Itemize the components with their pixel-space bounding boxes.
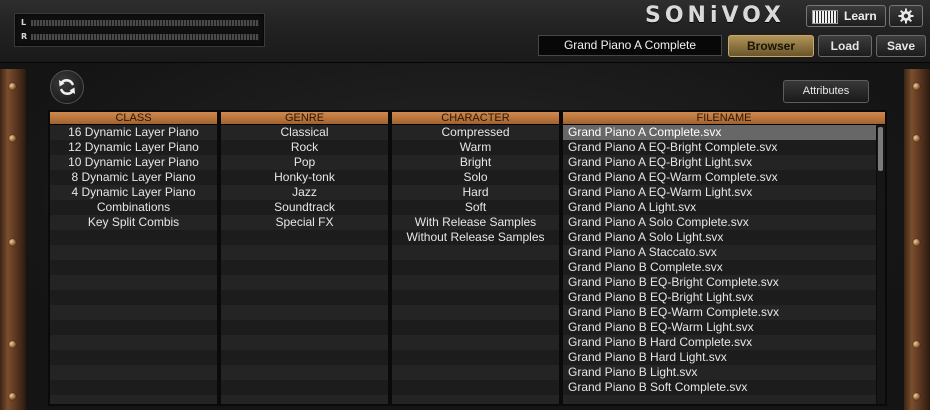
character-item[interactable]: With Release Samples bbox=[392, 215, 559, 230]
class-column-header: CLASS bbox=[50, 112, 217, 125]
filename-item[interactable]: Grand Piano A Solo Light.svx bbox=[563, 230, 885, 245]
filename-column: FILENAME Grand Piano A Complete.svx Gran… bbox=[561, 110, 887, 406]
learn-button[interactable]: Learn bbox=[806, 5, 886, 27]
genre-item[interactable]: Special FX bbox=[221, 215, 388, 230]
filename-list: Grand Piano A Complete.svx Grand Piano A… bbox=[563, 125, 885, 404]
settings-button[interactable] bbox=[889, 5, 923, 27]
filename-item-selected[interactable]: Grand Piano A Complete.svx bbox=[563, 125, 885, 140]
rivet-icon bbox=[913, 393, 920, 400]
right-meter: R bbox=[18, 31, 261, 44]
filename-item[interactable]: Grand Piano B Soft Complete.svx bbox=[563, 380, 885, 395]
filename-item[interactable]: Grand Piano A EQ-Warm Complete.svx bbox=[563, 170, 885, 185]
filename-item[interactable]: Grand Piano B EQ-Warm Complete.svx bbox=[563, 305, 885, 320]
character-column: CHARACTER Compressed Warm Bright Solo Ha… bbox=[390, 110, 561, 406]
class-item[interactable]: 8 Dynamic Layer Piano bbox=[50, 170, 217, 185]
rivet-icon bbox=[9, 83, 16, 90]
filename-item[interactable]: Grand Piano B Hard Complete.svx bbox=[563, 335, 885, 350]
class-item[interactable]: Combinations bbox=[50, 200, 217, 215]
refresh-icon bbox=[59, 79, 75, 95]
filename-column-header: FILENAME bbox=[563, 112, 885, 125]
character-item[interactable]: Compressed bbox=[392, 125, 559, 140]
filename-item[interactable]: Grand Piano B EQ-Bright Light.svx bbox=[563, 290, 885, 305]
class-item[interactable]: 10 Dynamic Layer Piano bbox=[50, 155, 217, 170]
rivet-icon bbox=[9, 393, 16, 400]
filename-item[interactable]: Grand Piano A Light.svx bbox=[563, 200, 885, 215]
left-meter: L bbox=[18, 17, 261, 30]
browser-button[interactable]: Browser bbox=[728, 35, 814, 57]
filename-item[interactable]: Grand Piano A Staccato.svx bbox=[563, 245, 885, 260]
class-item[interactable]: 4 Dynamic Layer Piano bbox=[50, 185, 217, 200]
rivet-icon bbox=[9, 135, 16, 142]
rivet-icon bbox=[913, 341, 920, 348]
character-column-header: CHARACTER bbox=[392, 112, 559, 125]
filename-scrollbar[interactable] bbox=[876, 125, 885, 404]
refresh-button[interactable] bbox=[50, 70, 84, 104]
right-meter-label: R bbox=[21, 32, 28, 41]
class-item[interactable]: 12 Dynamic Layer Piano bbox=[50, 140, 217, 155]
scrollbar-thumb[interactable] bbox=[878, 127, 883, 171]
rivet-icon bbox=[913, 239, 920, 246]
character-list: Compressed Warm Bright Solo Hard Soft Wi… bbox=[392, 125, 559, 404]
character-item[interactable]: Warm bbox=[392, 140, 559, 155]
class-column: CLASS 16 Dynamic Layer Piano 12 Dynamic … bbox=[48, 110, 219, 406]
genre-column-header: GENRE bbox=[221, 112, 388, 125]
genre-item[interactable]: Rock bbox=[221, 140, 388, 155]
left-meter-label: L bbox=[21, 18, 27, 27]
class-item[interactable]: 16 Dynamic Layer Piano bbox=[50, 125, 217, 140]
class-list: 16 Dynamic Layer Piano 12 Dynamic Layer … bbox=[50, 125, 217, 404]
filename-item[interactable]: Grand Piano A Solo Complete.svx bbox=[563, 215, 885, 230]
genre-column: GENRE Classical Rock Pop Honky-tonk Jazz… bbox=[219, 110, 390, 406]
genre-item[interactable]: Classical bbox=[221, 125, 388, 140]
brand-logo: SONiVOX bbox=[645, 3, 786, 28]
rivet-icon bbox=[9, 239, 16, 246]
character-item[interactable]: Bright bbox=[392, 155, 559, 170]
patch-name-display: Grand Piano A Complete bbox=[538, 35, 722, 56]
load-button[interactable]: Load bbox=[818, 35, 872, 57]
right-meter-bar bbox=[31, 34, 259, 40]
filename-item[interactable]: Grand Piano A EQ-Bright Complete.svx bbox=[563, 140, 885, 155]
rivet-icon bbox=[9, 341, 16, 348]
filename-item[interactable]: Grand Piano B Complete.svx bbox=[563, 260, 885, 275]
character-item[interactable]: Hard bbox=[392, 185, 559, 200]
rivet-icon bbox=[913, 83, 920, 90]
filename-item[interactable]: Grand Piano B Light.svx bbox=[563, 365, 885, 380]
rivet-icon bbox=[913, 135, 920, 142]
filename-item[interactable]: Grand Piano B EQ-Warm Light.svx bbox=[563, 320, 885, 335]
level-meters: L R bbox=[14, 13, 265, 47]
filename-item[interactable]: Grand Piano B Hard Light.svx bbox=[563, 350, 885, 365]
filename-item[interactable]: Grand Piano A EQ-Warm Light.svx bbox=[563, 185, 885, 200]
browser-panel: Attributes CLASS 16 Dynamic Layer Piano … bbox=[0, 63, 930, 410]
save-button[interactable]: Save bbox=[876, 35, 926, 57]
attributes-button[interactable]: Attributes bbox=[783, 80, 869, 103]
genre-item[interactable]: Pop bbox=[221, 155, 388, 170]
class-item[interactable]: Key Split Combis bbox=[50, 215, 217, 230]
filename-item[interactable]: Grand Piano B EQ-Bright Complete.svx bbox=[563, 275, 885, 290]
right-wood-panel bbox=[904, 69, 930, 410]
genre-list: Classical Rock Pop Honky-tonk Jazz Sound… bbox=[221, 125, 388, 404]
learn-label: Learn bbox=[844, 9, 877, 23]
left-wood-panel bbox=[0, 69, 26, 410]
sonivox-browser-window: L R SONiVOX Learn Grand Piano A Complete… bbox=[0, 0, 930, 410]
genre-item[interactable]: Honky-tonk bbox=[221, 170, 388, 185]
keyboard-icon bbox=[812, 10, 838, 24]
genre-item[interactable]: Soundtrack bbox=[221, 200, 388, 215]
character-item[interactable]: Solo bbox=[392, 170, 559, 185]
character-item[interactable]: Soft bbox=[392, 200, 559, 215]
left-meter-bar bbox=[31, 20, 259, 26]
character-item[interactable]: Without Release Samples bbox=[392, 230, 559, 245]
gear-icon bbox=[898, 8, 914, 24]
top-bar: L R SONiVOX Learn Grand Piano A Complete… bbox=[0, 0, 930, 63]
genre-item[interactable]: Jazz bbox=[221, 185, 388, 200]
filename-item[interactable]: Grand Piano A EQ-Bright Light.svx bbox=[563, 155, 885, 170]
